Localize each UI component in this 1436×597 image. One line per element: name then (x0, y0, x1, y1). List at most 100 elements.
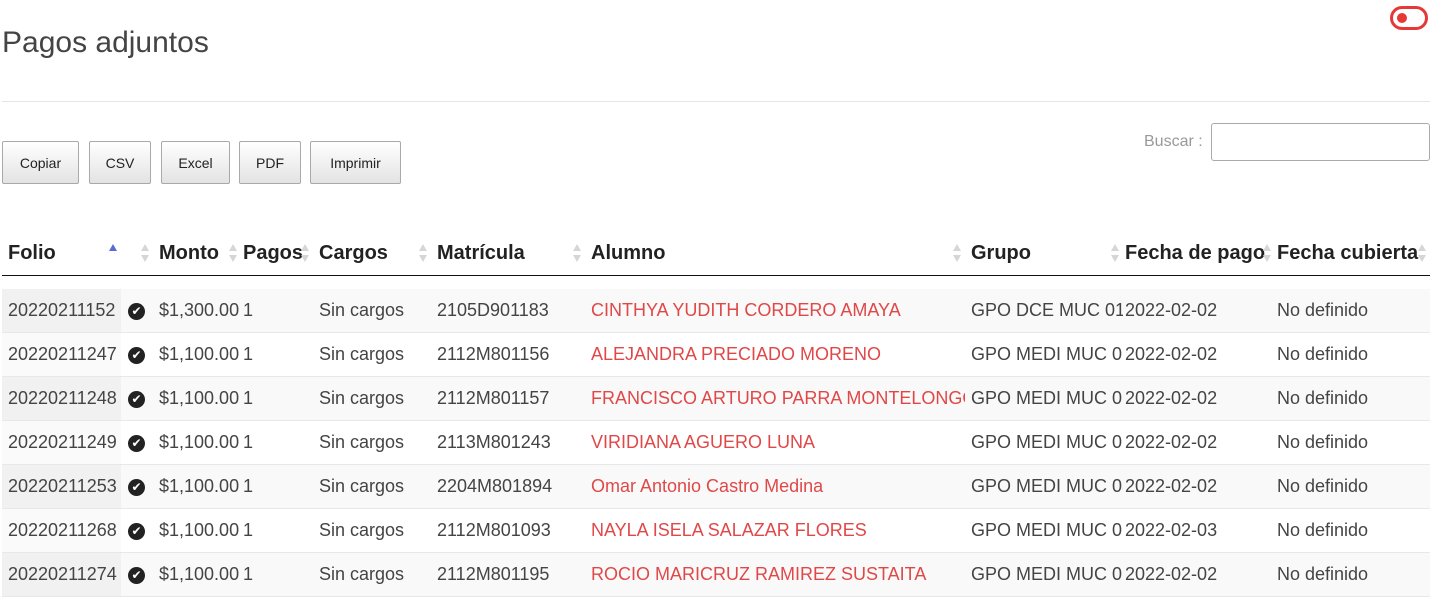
csv-button[interactable]: CSV (89, 141, 151, 184)
sort-icon (229, 244, 237, 264)
sort-icon (953, 244, 961, 264)
cell-folio: 20220211274 (2, 552, 121, 597)
cell-matricula: 2204M801894 (431, 464, 585, 509)
column-header-fecha-pago[interactable]: Fecha de pago (1123, 232, 1275, 276)
cell-fecha-pago: 2022-02-02 (1123, 420, 1275, 465)
cell-monto: $1,100.00 (153, 376, 241, 421)
column-header-fecha-cubierta[interactable]: Fecha cubierta (1275, 232, 1430, 276)
table-row: 20220211274 ✔ $1,100.00 1 Sin cargos 211… (2, 552, 1430, 597)
cell-monto: $1,100.00 (153, 508, 241, 553)
cell-grupo: GPO MEDI MUC 01 (965, 376, 1123, 421)
cell-monto: $1,100.00 (153, 552, 241, 597)
check-circle-icon: ✔ (128, 478, 145, 496)
cell-fecha-pago: 2022-02-02 (1123, 552, 1275, 597)
column-header-grupo[interactable]: Grupo (965, 232, 1123, 276)
cell-status: ✔ (121, 464, 153, 509)
sort-icon (1111, 244, 1119, 264)
column-header-pagos[interactable]: Pagos (241, 232, 313, 276)
cell-pagos: 1 (241, 420, 313, 465)
cell-fecha-cubierta: No definido (1275, 420, 1430, 465)
cell-alumno-link[interactable]: NAYLA ISELA SALAZAR FLORES (585, 508, 965, 553)
pdf-button[interactable]: PDF (239, 141, 301, 184)
cell-fecha-pago: 2022-02-02 (1123, 332, 1275, 377)
cell-grupo: GPO MEDI MUC 01 (965, 552, 1123, 597)
cell-fecha-cubierta: No definido (1275, 508, 1430, 553)
header-divider (2, 101, 1430, 102)
table-spacer (2, 276, 1430, 290)
cell-status: ✔ (121, 420, 153, 465)
column-header-status[interactable] (121, 232, 153, 276)
cell-status: ✔ (121, 289, 153, 333)
cell-grupo: GPO MEDI MUC 01 (965, 332, 1123, 377)
cell-alumno-link[interactable]: ROCIO MARICRUZ RAMIREZ SUSTAITA (585, 552, 965, 597)
cell-alumno-link[interactable]: VIRIDIANA AGUERO LUNA (585, 420, 965, 465)
check-circle-icon: ✔ (128, 346, 145, 364)
check-circle-icon: ✔ (128, 302, 145, 320)
cell-pagos: 1 (241, 464, 313, 509)
page-title: Pagos adjuntos (2, 26, 209, 59)
cell-fecha-cubierta: No definido (1275, 289, 1430, 333)
cell-grupo: GPO MEDI MUC 01 (965, 508, 1123, 553)
table-row: 20220211249 ✔ $1,100.00 1 Sin cargos 211… (2, 420, 1430, 465)
cell-matricula: 2112M801093 (431, 508, 585, 553)
cell-fecha-cubierta: No definido (1275, 332, 1430, 377)
cell-cargos: Sin cargos (313, 552, 431, 597)
cell-folio: 20220211247 (2, 332, 121, 377)
cell-monto: $1,300.00 (153, 289, 241, 333)
column-header-label: Grupo (971, 242, 1031, 264)
cell-status: ✔ (121, 508, 153, 553)
toggle-switch[interactable] (1390, 6, 1428, 30)
toggle-knob (1397, 13, 1407, 23)
cell-fecha-pago: 2022-02-02 (1123, 289, 1275, 333)
cell-fecha-pago: 2022-02-02 (1123, 376, 1275, 421)
cell-status: ✔ (121, 552, 153, 597)
cell-fecha-pago: 2022-02-03 (1123, 508, 1275, 553)
cell-fecha-cubierta: No definido (1275, 552, 1430, 597)
column-header-label: Cargos (319, 242, 388, 264)
table-row: 20220211268 ✔ $1,100.00 1 Sin cargos 211… (2, 508, 1430, 553)
cell-monto: $1,100.00 (153, 464, 241, 509)
table-row: 20220211247 ✔ $1,100.00 1 Sin cargos 211… (2, 332, 1430, 377)
cell-alumno-link[interactable]: FRANCISCO ARTURO PARRA MONTELONGO (585, 376, 965, 421)
sort-icon (419, 244, 427, 264)
cell-fecha-cubierta: No definido (1275, 464, 1430, 509)
column-header-matricula[interactable]: Matrícula (431, 232, 585, 276)
search-input[interactable] (1211, 123, 1430, 161)
cell-fecha-cubierta: No definido (1275, 376, 1430, 421)
cell-pagos: 1 (241, 332, 313, 377)
sort-icon (301, 244, 309, 264)
cell-alumno-link[interactable]: Omar Antonio Castro Medina (585, 464, 965, 509)
cell-monto: $1,100.00 (153, 332, 241, 377)
cell-cargos: Sin cargos (313, 508, 431, 553)
column-header-label: Matrícula (437, 242, 525, 264)
copy-button[interactable]: Copiar (2, 141, 79, 184)
table-row: 20220211248 ✔ $1,100.00 1 Sin cargos 211… (2, 376, 1430, 421)
cell-folio: 20220211249 (2, 420, 121, 465)
cell-grupo: GPO DCE MUC 01 (965, 289, 1123, 333)
cell-fecha-pago: 2022-02-02 (1123, 464, 1275, 509)
excel-button[interactable]: Excel (161, 141, 230, 184)
column-header-label: Fecha cubierta (1277, 242, 1419, 264)
cell-status: ✔ (121, 376, 153, 421)
cell-alumno-link[interactable]: CINTHYA YUDITH CORDERO AMAYA (585, 289, 965, 333)
cell-folio: 20220211152 (2, 289, 121, 333)
sort-ascending-icon (109, 244, 117, 264)
sort-icon (141, 244, 149, 264)
cell-cargos: Sin cargos (313, 376, 431, 421)
column-header-monto[interactable]: Monto (153, 232, 241, 276)
cell-matricula: 2112M801156 (431, 332, 585, 377)
column-header-cargos[interactable]: Cargos (313, 232, 431, 276)
print-button[interactable]: Imprimir (310, 141, 401, 184)
cell-alumno-link[interactable]: ALEJANDRA PRECIADO MORENO (585, 332, 965, 377)
cell-cargos: Sin cargos (313, 420, 431, 465)
column-header-label: Fecha de pago (1125, 242, 1266, 264)
column-header-label: Monto (159, 242, 219, 264)
column-header-label: Pagos (243, 242, 304, 264)
column-header-alumno[interactable]: Alumno (585, 232, 965, 276)
cell-matricula: 2112M801157 (431, 376, 585, 421)
column-header-folio[interactable]: Folio (2, 232, 121, 276)
cell-cargos: Sin cargos (313, 464, 431, 509)
cell-folio: 20220211268 (2, 508, 121, 553)
cell-folio: 20220211248 (2, 376, 121, 421)
sort-icon (1418, 244, 1426, 264)
